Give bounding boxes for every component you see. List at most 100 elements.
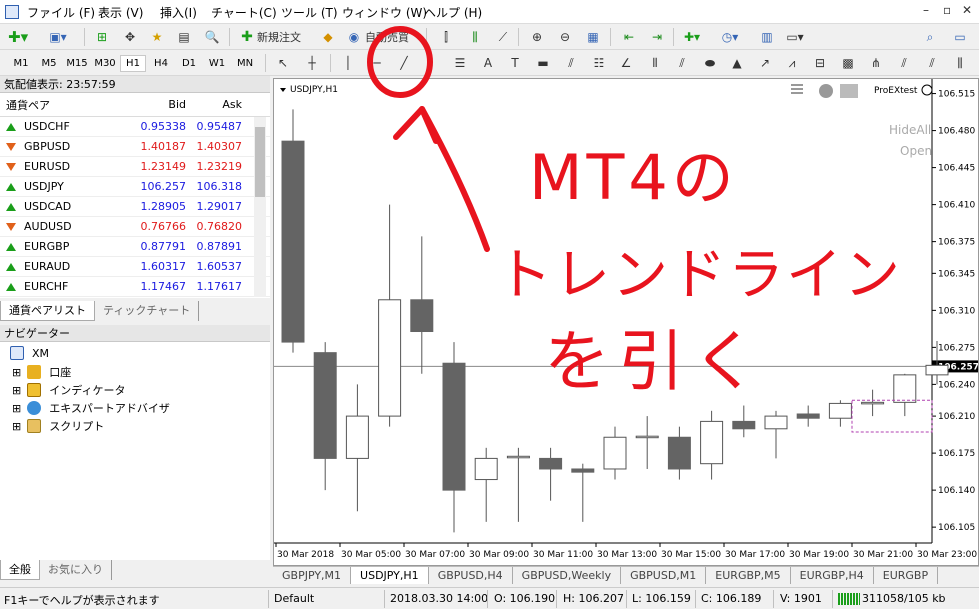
rectangle-icon[interactable]: ▬ [533,53,553,73]
chart-tab[interactable]: EURGBP [874,567,939,584]
timeframe-w1[interactable]: W1 [204,55,230,72]
text-label-icon[interactable]: T [505,53,525,73]
chart-window[interactable]: 106.515 106.480 106.445 106.410 106.375 106.3… [273,78,979,566]
fibo-channel-icon[interactable]: ⫽ [561,53,581,73]
open-button[interactable]: Open [900,144,932,158]
navigator-indicators[interactable]: ⊞ インディケータ [12,382,125,398]
new-chart-icon[interactable]: ✚▾ [8,27,28,47]
expand-icon[interactable]: ⊞ [12,384,21,397]
chart-tab[interactable]: GBPUSD,H4 [429,567,513,584]
menu-insert[interactable]: 挿入(I) [160,4,197,21]
market-watch-row[interactable]: AUDUSD 0.76766 0.76820 [0,217,270,237]
horizontal-line-icon[interactable]: ─ [367,53,387,73]
timeframe-d1[interactable]: D1 [176,55,202,72]
zoom-out-icon[interactable]: ⊖ [555,27,575,47]
navigator-icon[interactable]: ★ [147,27,167,47]
line-chart-icon[interactable]: ⟋ [493,27,513,47]
indicators-icon[interactable]: ✚▾ [682,27,702,47]
navigator-root[interactable]: XM [10,346,49,360]
timeframe-h1[interactable]: H1 [120,55,146,72]
arrow-tool-icon[interactable]: ↗ [755,53,775,73]
navigator-scripts[interactable]: ⊞ スクリプト [12,418,104,434]
triangle-icon[interactable]: ▲ [727,53,747,73]
gann-icon[interactable]: ∠ [616,53,636,73]
expand-icon[interactable]: ⊞ [12,402,21,415]
cursor-icon[interactable]: ↖ [273,53,293,73]
chart-tab[interactable]: USDJPY,H1 [351,567,429,584]
market-watch-row[interactable]: USDJPY 106.257 106.318 [0,177,270,197]
fibo-arc-icon[interactable]: ⊟ [810,53,830,73]
crosshair-icon[interactable]: ┼ [302,53,322,73]
app-icon[interactable] [5,5,19,19]
periods-icon[interactable]: ◷▾ [720,27,740,47]
toolbar-more-icon[interactable]: ⫼ [950,53,970,73]
menu-tools[interactable]: ツール (T) [281,4,338,21]
tab-favorites[interactable]: お気に入り [40,560,112,580]
timeframe-mn[interactable]: MN [232,55,258,72]
expand-icon[interactable]: ⊞ [12,420,21,433]
data-window-icon[interactable]: ✥ [120,27,140,47]
menu-chart[interactable]: チャート(C) [211,4,277,21]
candlestick-icon[interactable]: ⫼ [465,27,485,47]
search-icon[interactable]: ⌕ [920,27,940,47]
cycle-lines-icon[interactable]: ⦀ [645,53,665,73]
new-order-label[interactable]: 新規注文 [257,27,301,47]
minimize-icon[interactable]: – [923,3,929,17]
timeframe-h4[interactable]: H4 [148,55,174,72]
restore-icon[interactable]: ▫ [943,3,951,17]
fibo-time-icon[interactable]: ⫽ [894,53,914,73]
timeframe-m1[interactable]: M1 [8,55,34,72]
gann-fan-icon[interactable]: ⩘ [782,53,802,73]
market-watch-row[interactable]: EURAUD 1.60317 1.60537 [0,257,270,277]
fibonacci-icon[interactable]: ☰ [450,53,470,73]
fibo-expansion-icon[interactable]: ☷ [589,53,609,73]
navigator-accounts[interactable]: ⊞ 口座 [12,364,71,380]
ellipse-icon[interactable]: ⬬ [700,53,720,73]
chart-shift-icon[interactable]: ⇤ [619,27,639,47]
chart-tab[interactable]: EURGBP,H4 [791,567,874,584]
auto-trading-icon[interactable]: ◉ [344,27,364,47]
chart-tab[interactable]: GBPUSD,Weekly [513,567,622,584]
timeframe-m30[interactable]: M30 [92,55,118,72]
channel-icon[interactable]: ⫽ [420,53,440,73]
chart-tab[interactable]: GBPUSD,M1 [621,567,707,584]
menu-file[interactable]: ファイル (F) [27,4,95,21]
menu-help[interactable]: ヘルプ (H) [424,4,482,21]
chart-tab[interactable]: EURGBP,M5 [706,567,791,584]
regression-icon[interactable]: ⫽ [922,53,942,73]
auto-trading-label[interactable]: 自動売買 [365,27,409,47]
chart-tab[interactable]: GBPJPY,M1 [273,567,352,584]
timeframe-m5[interactable]: M5 [36,55,62,72]
market-watch-scrollbar[interactable] [254,117,266,297]
menu-window[interactable]: ウィンドウ (W) [342,4,427,21]
profiles-icon[interactable]: ▣▾ [48,27,68,47]
status-profile[interactable]: Default [274,592,314,605]
zoom-in-icon[interactable]: ⊕ [527,27,547,47]
price-chart[interactable]: 106.515 106.480 106.445 106.410 106.375 106.3… [274,79,979,565]
timeframe-m15[interactable]: M15 [64,55,90,72]
market-watch-row[interactable]: EURUSD 1.23149 1.23219 [0,157,270,177]
templates-menu-icon[interactable]: ▭▾ [785,27,805,47]
tab-symbols[interactable]: 通貨ペアリスト [0,301,95,321]
equidistant-channel-icon[interactable]: ⫽ [672,53,692,73]
hide-all-button[interactable]: HideAll [889,123,931,137]
strategy-tester-icon[interactable]: 🔍 [202,27,222,47]
close-icon[interactable]: ✕ [962,3,972,17]
chat-icon[interactable]: ▭ [950,27,970,47]
bar-chart-icon[interactable]: ⫿ [436,27,456,47]
terminal-icon[interactable]: ▤ [174,27,194,47]
tile-windows-icon[interactable]: ▦ [583,27,603,47]
col-ask[interactable]: Ask [186,98,246,111]
trendline-icon[interactable]: ╱ [394,53,414,73]
market-watch-row[interactable]: USDCAD 1.28905 1.29017 [0,197,270,217]
market-watch-row[interactable]: GBPUSD 1.40187 1.40307 [0,137,270,157]
col-symbol[interactable]: 通貨ペア [0,97,130,113]
grid-icon[interactable]: ▩ [838,53,858,73]
tab-general[interactable]: 全般 [0,560,40,580]
vertical-line-icon[interactable]: │ [338,53,358,73]
metaeditor-icon[interactable]: ◆ [318,27,338,47]
navigator-experts[interactable]: ⊞ エキスパートアドバイザ [12,400,170,416]
expand-icon[interactable]: ⊞ [12,366,21,379]
pitchfork-icon[interactable]: ⋔ [866,53,886,73]
menu-view[interactable]: 表示 (V) [98,4,143,21]
